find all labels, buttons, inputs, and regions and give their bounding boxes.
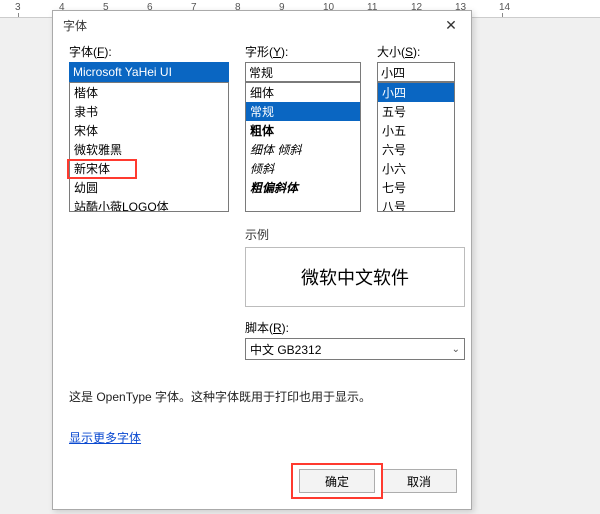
- more-fonts-link[interactable]: 显示更多字体: [69, 429, 141, 446]
- size-label: 大小(S):: [377, 43, 455, 60]
- size-column: 大小(S): 小四五号小五六号小六七号八号: [377, 43, 455, 212]
- style-label: 字形(Y):: [245, 43, 361, 60]
- style-input[interactable]: [245, 62, 361, 82]
- sample-text: 微软中文软件: [301, 264, 409, 290]
- size-list-item[interactable]: 小四: [378, 83, 454, 102]
- style-list-item[interactable]: 倾斜: [246, 159, 360, 178]
- font-list-item[interactable]: 隶书: [70, 102, 228, 121]
- dialog-title: 字体: [63, 17, 435, 34]
- selectors-row: 字体(F): 楷体隶书宋体微软雅黑新宋体幼圆站酷小薇LOGO体 字形(Y): 细…: [69, 43, 455, 212]
- sample-box: 微软中文软件: [245, 247, 465, 307]
- close-button[interactable]: ✕: [435, 14, 467, 36]
- ok-button[interactable]: 确定: [299, 469, 375, 493]
- size-list-item[interactable]: 小五: [378, 121, 454, 140]
- close-icon: ✕: [445, 17, 457, 34]
- font-column: 字体(F): 楷体隶书宋体微软雅黑新宋体幼圆站酷小薇LOGO体: [69, 43, 229, 212]
- dialog-body: 字体(F): 楷体隶书宋体微软雅黑新宋体幼圆站酷小薇LOGO体 字形(Y): 细…: [53, 39, 471, 456]
- font-list-item[interactable]: 微软雅黑: [70, 140, 228, 159]
- font-list-item[interactable]: 新宋体: [70, 159, 228, 178]
- style-list-item[interactable]: 细体 倾斜: [246, 140, 360, 159]
- style-list-item[interactable]: 粗偏斜体: [246, 178, 360, 197]
- font-list[interactable]: 楷体隶书宋体微软雅黑新宋体幼圆站酷小薇LOGO体: [69, 82, 229, 212]
- sample-label: 示例: [245, 226, 465, 243]
- sample-group: 示例 微软中文软件: [245, 226, 465, 307]
- script-value: 中文 GB2312: [250, 341, 321, 358]
- size-input[interactable]: [377, 62, 455, 82]
- titlebar: 字体 ✕: [53, 11, 471, 39]
- style-list[interactable]: 细体常规粗体细体 倾斜倾斜粗偏斜体: [245, 82, 361, 212]
- font-input[interactable]: [69, 62, 229, 82]
- style-list-item[interactable]: 常规: [246, 102, 360, 121]
- size-list-item[interactable]: 五号: [378, 102, 454, 121]
- style-list-item[interactable]: 细体: [246, 83, 360, 102]
- script-label: 脚本(R):: [245, 319, 455, 336]
- font-label: 字体(F):: [69, 43, 229, 60]
- chevron-down-icon: ⌄: [452, 344, 460, 355]
- size-list-item[interactable]: 七号: [378, 178, 454, 197]
- font-list-item[interactable]: 幼圆: [70, 178, 228, 197]
- button-row: 确定 取消: [299, 469, 457, 493]
- size-list-item[interactable]: 六号: [378, 140, 454, 159]
- size-list[interactable]: 小四五号小五六号小六七号八号: [377, 82, 455, 212]
- script-combo[interactable]: 中文 GB2312 ⌄: [245, 338, 465, 360]
- style-list-item[interactable]: 粗体: [246, 121, 360, 140]
- size-list-item[interactable]: 八号: [378, 197, 454, 212]
- style-column: 字形(Y): 细体常规粗体细体 倾斜倾斜粗偏斜体: [245, 43, 361, 212]
- font-dialog: 字体 ✕ 字体(F): 楷体隶书宋体微软雅黑新宋体幼圆站酷小薇LOGO体 字形(…: [52, 10, 472, 510]
- font-list-item[interactable]: 楷体: [70, 83, 228, 102]
- cancel-button[interactable]: 取消: [381, 469, 457, 493]
- font-list-item[interactable]: 站酷小薇LOGO体: [70, 197, 228, 212]
- info-text: 这是 OpenType 字体。这种字体既用于打印也用于显示。: [69, 388, 455, 405]
- size-list-item[interactable]: 小六: [378, 159, 454, 178]
- font-list-item[interactable]: 宋体: [70, 121, 228, 140]
- script-row: 脚本(R): 中文 GB2312 ⌄: [245, 319, 455, 360]
